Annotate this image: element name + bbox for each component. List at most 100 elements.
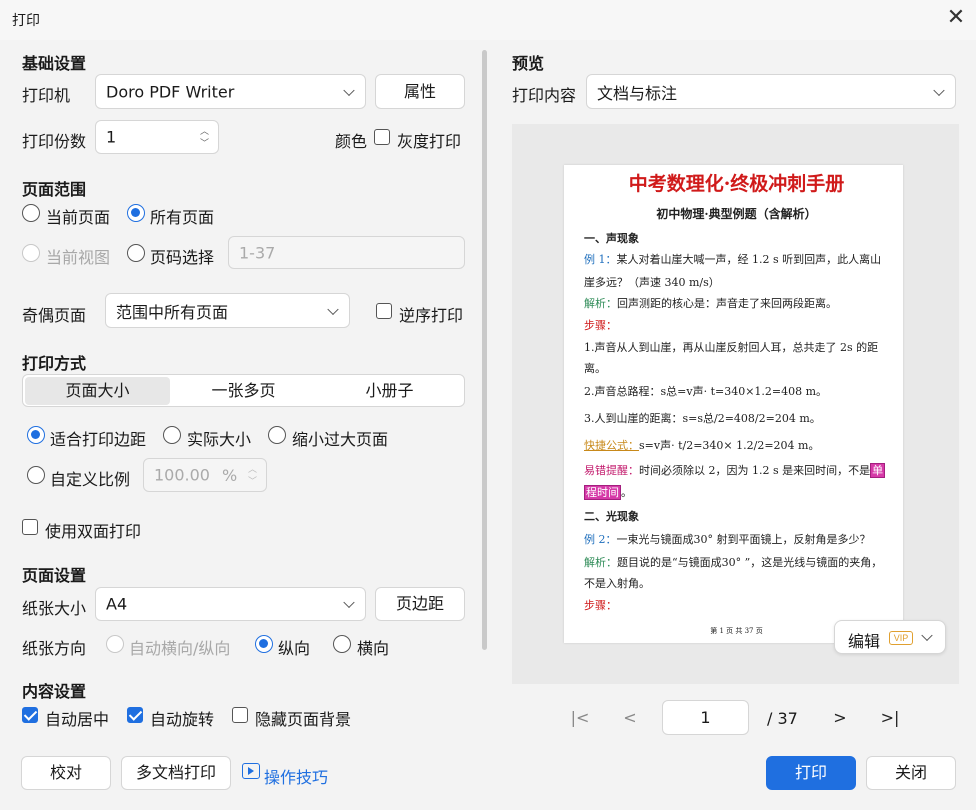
- preview-page: 中考数理化·终极冲刺手册 初中物理·典型例题（含解析） 一、声现象 例 1：某人…: [564, 165, 903, 643]
- shrink-large-label: 缩小过大页面: [292, 430, 389, 449]
- print-content-value: 文档与标注: [597, 83, 678, 103]
- paper-size-value: A4: [106, 594, 128, 614]
- current-view-radio: [22, 244, 40, 262]
- scale-input[interactable]: 100.00 % ︿ ﹀: [143, 458, 267, 492]
- close-button[interactable]: 关闭: [866, 756, 956, 790]
- copies-stepper[interactable]: 1 ︿ ﹀: [95, 120, 219, 154]
- tips-link[interactable]: 操作技巧: [264, 764, 328, 788]
- odd-even-select[interactable]: 范围中所有页面: [105, 293, 350, 328]
- auto-orient-label: 自动横向/纵向: [129, 639, 231, 658]
- all-pages-radio[interactable]: [127, 204, 145, 222]
- reverse-print-checkbox[interactable]: [376, 303, 392, 319]
- doc-error-note: 易错提醒：时间必须除以 2，因为 1.2 s 是来回时间，不是单: [584, 463, 886, 478]
- tab-booklet[interactable]: 小册子: [317, 377, 462, 405]
- first-page-icon[interactable]: |<: [570, 708, 590, 727]
- doc-title: 中考数理化·终极冲刺手册: [628, 173, 845, 195]
- doc-quick-formula: 快捷公式：s=v声· t/2=340× 1.2/2=204 m。: [584, 439, 820, 452]
- paper-size-select[interactable]: A4: [95, 587, 366, 621]
- reverse-print-label: 逆序打印: [399, 306, 464, 325]
- doc-section-2: 二、光现象: [584, 510, 639, 523]
- next-page-icon[interactable]: >: [830, 708, 850, 727]
- doc-steps-1: 步骤：: [584, 319, 617, 332]
- proof-button[interactable]: 校对: [21, 756, 111, 790]
- all-pages-label: 所有页面: [150, 208, 215, 227]
- title-bar: [0, 0, 976, 40]
- auto-orient-radio: [106, 635, 124, 653]
- grayscale-checkbox[interactable]: [374, 129, 390, 145]
- fit-margins-radio[interactable]: [27, 426, 45, 444]
- chevron-down-icon: [327, 303, 339, 315]
- hide-bg-label: 隐藏页面背景: [255, 710, 352, 729]
- chevron-down-icon: [343, 596, 355, 609]
- doc-example-1-cont: 崖多远？（声速 340 m/s）: [584, 276, 720, 289]
- basic-settings-heading: 基础设置: [22, 54, 87, 73]
- properties-button[interactable]: 属性: [375, 74, 465, 109]
- chevron-down-icon: [933, 84, 945, 96]
- page-setup-heading: 页面设置: [22, 566, 87, 585]
- total-pages: / 37: [767, 709, 798, 728]
- margins-button[interactable]: 页边距: [375, 587, 465, 621]
- copies-label: 打印份数: [22, 132, 87, 151]
- page-select-radio[interactable]: [127, 244, 145, 262]
- stepper-down-icon[interactable]: ﹀: [248, 474, 257, 487]
- shrink-large-radio[interactable]: [268, 426, 286, 444]
- portrait-label: 纵向: [278, 639, 311, 658]
- auto-rotate-checkbox[interactable]: [127, 707, 143, 723]
- print-mode-heading: 打印方式: [22, 354, 87, 373]
- hide-bg-checkbox[interactable]: [232, 707, 248, 723]
- auto-center-label: 自动居中: [45, 710, 110, 729]
- page-select-label: 页码选择: [150, 248, 215, 267]
- copies-value: 1: [106, 127, 117, 147]
- doc-step-1: 1.声音从人到山崖，再从山崖反射回人耳，总共走了 2s 的距: [584, 341, 879, 354]
- chevron-down-icon: [343, 84, 355, 96]
- stepper-down-icon[interactable]: ﹀: [200, 136, 209, 149]
- print-button[interactable]: 打印: [766, 756, 856, 790]
- auto-center-checkbox[interactable]: [22, 707, 38, 723]
- custom-scale-radio[interactable]: [27, 466, 45, 484]
- page-number-input[interactable]: 1: [662, 700, 749, 735]
- window-title: 打印: [12, 13, 40, 29]
- scale-value: 100.00: [154, 465, 210, 485]
- current-page-label: 当前页面: [46, 208, 111, 227]
- doc-example-2: 例 2：一束光与镜面成30° 射到平面镜上，反射角是多少？: [584, 533, 871, 546]
- print-content-label: 打印内容: [512, 86, 577, 105]
- color-label: 颜色: [335, 132, 368, 151]
- doc-example-1: 例 1：某人对着山崖大喊一声，经 1.2 s 听到回声，此人离山: [584, 253, 882, 266]
- doc-analysis-2-cont: 不是入射角。: [584, 577, 650, 590]
- portrait-radio[interactable]: [255, 635, 273, 653]
- fit-margins-label: 适合打印边距: [50, 430, 147, 449]
- duplex-checkbox[interactable]: [22, 519, 38, 535]
- tab-page-size[interactable]: 页面大小: [25, 377, 170, 405]
- close-icon[interactable]: ✕: [944, 6, 968, 30]
- tab-multi-page[interactable]: 一张多页: [171, 377, 316, 405]
- last-page-icon[interactable]: >|: [880, 708, 900, 727]
- doc-step-2: 2.声音总路程：s总=v声· t=340×1.2=408 m。: [584, 385, 828, 398]
- doc-subtitle: 初中物理·典型例题（含解析）: [656, 207, 817, 221]
- scale-unit: %: [222, 466, 238, 485]
- current-view-label: 当前视图: [46, 248, 111, 267]
- printer-select[interactable]: Doro PDF Writer: [95, 74, 366, 109]
- print-content-select[interactable]: 文档与标注: [586, 74, 956, 109]
- multi-doc-print-button[interactable]: 多文档打印: [121, 756, 231, 790]
- page-range-input[interactable]: 1-37: [228, 236, 465, 269]
- current-page-radio[interactable]: [22, 204, 40, 222]
- landscape-radio[interactable]: [333, 635, 351, 653]
- chevron-down-icon: [921, 629, 933, 642]
- edit-button[interactable]: 编辑 VIP: [834, 620, 946, 654]
- grayscale-label: 灰度打印: [397, 132, 462, 151]
- vip-badge: VIP: [889, 631, 913, 645]
- doc-step-3: 3.人到山崖的距离：s=s总/2=408/2=204 m。: [584, 412, 821, 425]
- doc-step-1-cont: 离。: [584, 362, 606, 375]
- doc-analysis-2: 解析：题目说的是“与镜面成30° ”，这是光线与镜面的夹角，: [584, 556, 883, 569]
- page-range-placeholder: 1-37: [239, 243, 276, 262]
- orientation-label: 纸张方向: [22, 639, 87, 658]
- odd-even-label: 奇偶页面: [22, 306, 87, 325]
- printer-value: Doro PDF Writer: [106, 82, 235, 101]
- preview-heading: 预览: [512, 54, 545, 73]
- doc-analysis-1: 解析：回声测距的核心是：声音走了来回两段距离。: [584, 297, 837, 310]
- prev-page-icon[interactable]: <: [620, 708, 640, 727]
- actual-size-radio[interactable]: [163, 426, 181, 444]
- panel-scrollbar[interactable]: [482, 50, 487, 650]
- odd-even-value: 范围中所有页面: [116, 302, 229, 322]
- play-icon[interactable]: [242, 763, 260, 779]
